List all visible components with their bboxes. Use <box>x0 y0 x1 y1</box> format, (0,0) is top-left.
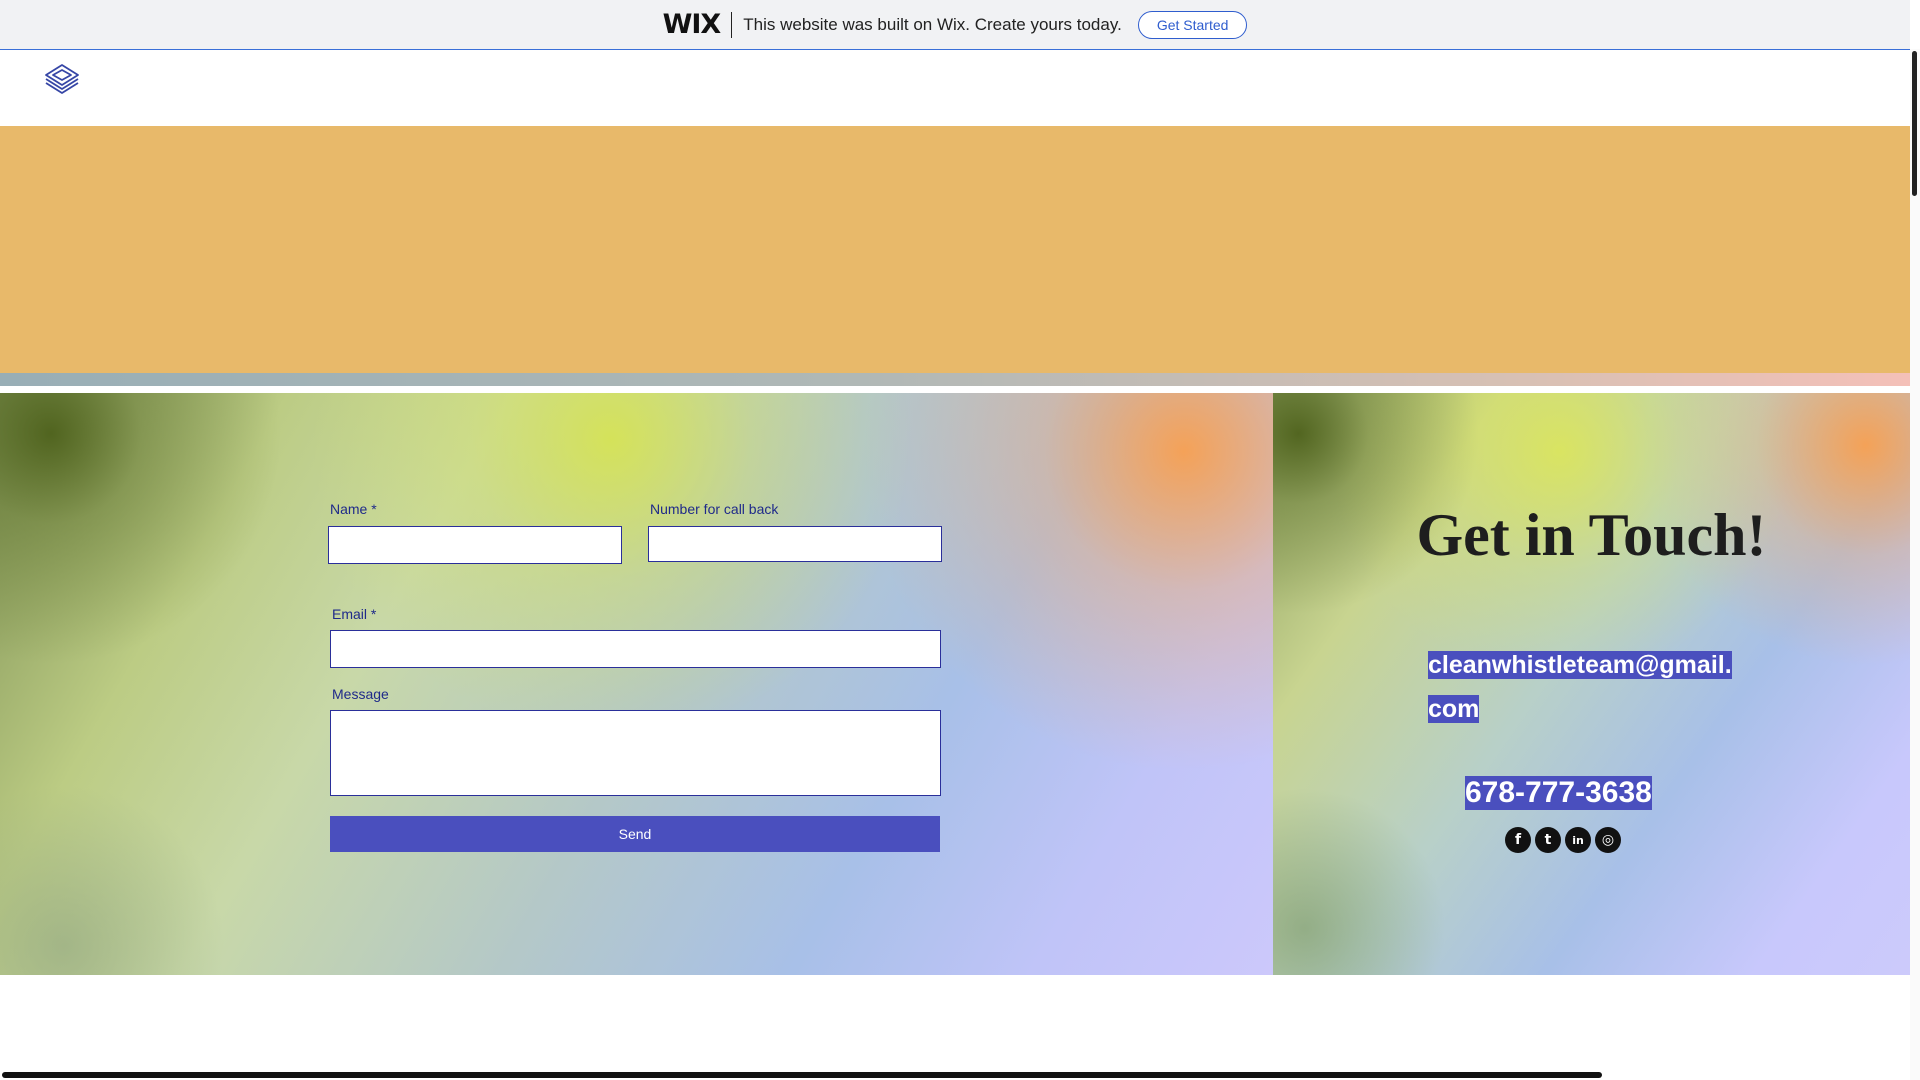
linkedin-icon[interactable]: in <box>1565 827 1591 853</box>
message-label: Message <box>332 686 389 702</box>
wix-banner-message: This website was built on Wix. Create yo… <box>743 14 1122 34</box>
facebook-icon[interactable]: f <box>1505 827 1531 853</box>
contact-email-link[interactable]: cleanwhistleteam@gmail.com <box>1428 643 1738 731</box>
get-in-touch-heading: Get in Touch! <box>1416 502 1767 568</box>
site-header <box>0 50 1910 126</box>
contact-email-text[interactable]: cleanwhistleteam@gmail.com <box>1428 651 1732 723</box>
contact-phone-link[interactable]: 678-777-3638 <box>1465 776 1652 810</box>
layered-diamond-logo-icon[interactable] <box>42 62 82 98</box>
email-input[interactable] <box>330 630 941 668</box>
scrollbar-thumb[interactable] <box>1912 51 1917 196</box>
hero-banner <box>0 126 1910 373</box>
page-scrollbar[interactable] <box>1910 49 1920 1080</box>
contact-form-section: Name * Number for call back Email * Mess… <box>0 393 1273 975</box>
email-label: Email * <box>332 606 377 622</box>
twitter-icon[interactable]: t <box>1535 827 1561 853</box>
social-bar: f t in ◎ <box>1505 827 1621 853</box>
wix-banner: WIX This website was built on Wix. Creat… <box>0 0 1910 50</box>
name-label: Name * <box>330 501 377 517</box>
hero-gradient-strip <box>0 373 1910 386</box>
name-input[interactable] <box>328 526 622 564</box>
send-button[interactable]: Send <box>330 816 940 852</box>
get-started-button[interactable]: Get Started <box>1137 10 1248 39</box>
contact-info-panel: Get in Touch! cleanwhistleteam@gmail.com… <box>1273 393 1910 975</box>
instagram-icon[interactable]: ◎ <box>1595 827 1621 853</box>
wix-logo[interactable]: WIX <box>663 11 733 38</box>
footer-divider <box>2 1072 1602 1078</box>
message-textarea[interactable] <box>330 710 941 796</box>
callback-number-input[interactable] <box>648 526 942 562</box>
callback-number-label: Number for call back <box>650 501 779 517</box>
